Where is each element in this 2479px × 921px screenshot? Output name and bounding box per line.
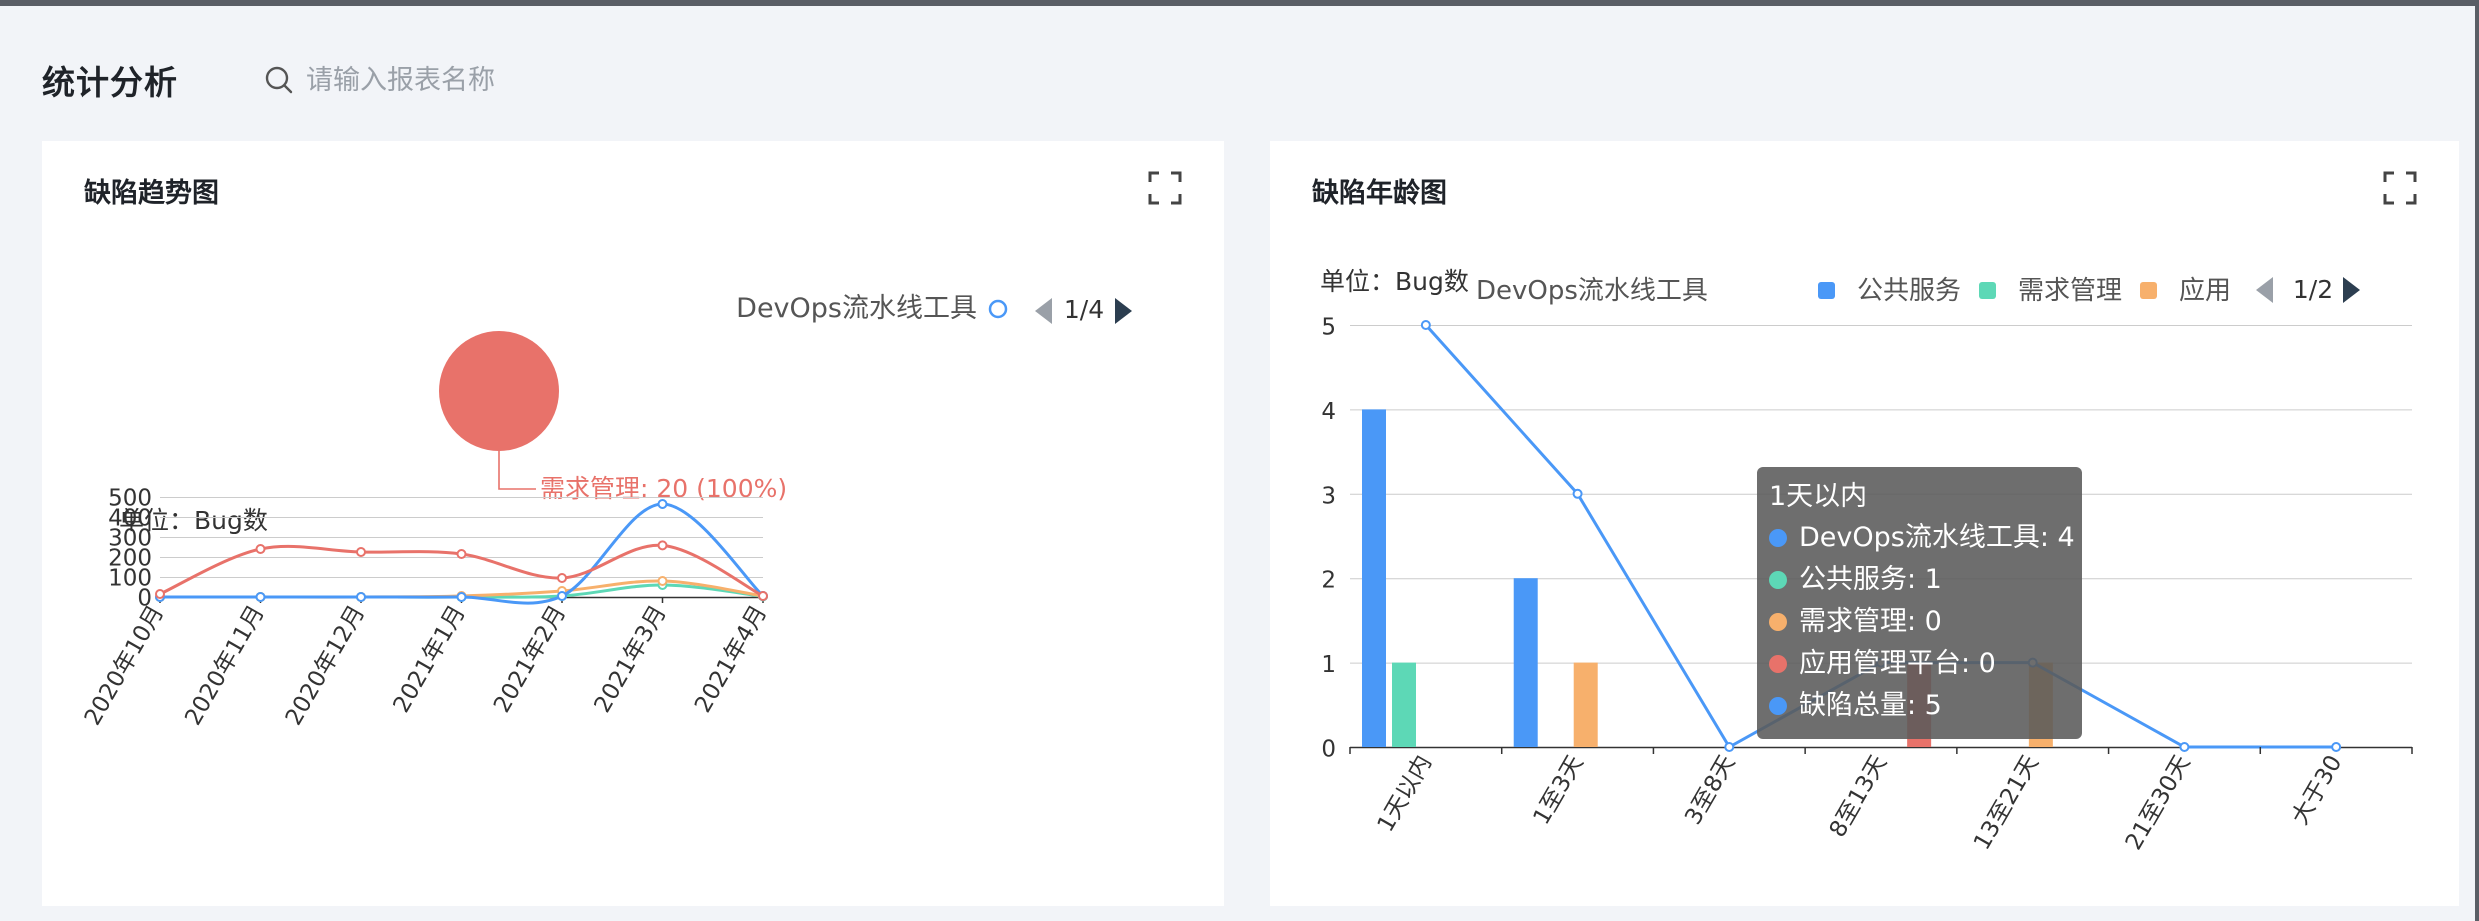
age-x-tick-label: 21至30天	[2121, 751, 2196, 855]
age-legend-label-devops[interactable]: DevOps流水线工具	[1476, 276, 1708, 306]
trend-data-point	[456, 592, 467, 602]
trend-x-tick-label: 2020年11月	[180, 601, 269, 730]
age-y-tick-label: 5	[1321, 315, 1336, 341]
age-legend-label-public[interactable]: 公共服务	[1857, 276, 1961, 306]
tooltip-row: 应用管理平台: 0	[1769, 643, 2070, 685]
trend-x-tick-label: 2021年4月	[690, 601, 772, 717]
trend-legend-prev-icon[interactable]	[1035, 298, 1052, 324]
age-legend-swatch-public[interactable]	[1979, 282, 1996, 299]
age-legend-label-platform[interactable]: 应用	[2179, 276, 2231, 306]
trend-x-tick-label: 2021年3月	[590, 601, 672, 717]
trend-pie-label-line	[498, 451, 536, 490]
search-input[interactable]	[304, 63, 728, 97]
age-tooltip: 1天以内 DevOps流水线工具: 4 公共服务: 1 需求管理: 0 应用管理平台:…	[1757, 467, 2082, 739]
window-top-border	[0, 0, 2479, 6]
trend-pie-slice[interactable]	[439, 331, 559, 451]
age-bar	[1513, 578, 1538, 747]
age-y-axis: 0 1 2 3 4 5	[1321, 315, 1336, 763]
age-total-point	[2331, 742, 2342, 752]
trend-x-tick-label: 2020年10月	[80, 601, 169, 730]
trend-chart-card: 缺陷趋势图 DevOps流水线工具 1/4 需求管理: 20 (100%) 单位…	[42, 141, 1224, 906]
trend-pie-label: 需求管理: 20 (100%)	[540, 474, 787, 503]
trend-data-point	[356, 592, 366, 602]
tooltip-row: 缺陷总量: 5	[1769, 685, 2070, 727]
age-x-tick-label: 13至21天	[1969, 751, 2044, 855]
trend-data-point	[657, 499, 668, 509]
age-bar	[1573, 662, 1598, 747]
tooltip-series-dot	[1769, 655, 1787, 673]
tooltip-row: 公共服务: 1	[1769, 559, 2070, 601]
search-box[interactable]	[264, 63, 728, 97]
trend-y-tick-label: 500	[108, 486, 152, 512]
tooltip-row: DevOps流水线工具: 4	[1769, 517, 2075, 559]
search-icon[interactable]	[264, 65, 294, 95]
trend-legend-next-icon[interactable]	[1115, 298, 1132, 324]
trend-data-point	[657, 576, 668, 586]
age-legend-prev-icon[interactable]	[2256, 277, 2273, 303]
age-bar	[1362, 409, 1386, 747]
age-x-tick-label: 大于30	[2287, 751, 2347, 829]
tooltip-row-text: 公共服务: 1	[1799, 564, 1942, 595]
tooltip-series-dot	[1769, 613, 1787, 631]
age-y-tick-label: 0	[1321, 737, 1336, 763]
trend-data-point	[356, 547, 366, 557]
age-total-point	[2179, 742, 2190, 752]
age-legend-swatch-demand[interactable]	[2140, 282, 2157, 299]
age-x-tick-label: 3至8天	[1680, 751, 1740, 829]
tooltip-series-dot	[1769, 529, 1787, 547]
age-x-tick-label: 1至3天	[1529, 751, 1589, 829]
tooltip-series-dot	[1769, 571, 1787, 589]
trend-x-axis: 2020年10月 2020年11月 2020年12月 2021年1月 2021年2月 20…	[80, 597, 772, 730]
trend-chart: DevOps流水线工具 1/4 需求管理: 20 (100%) 单位：Bug数 …	[80, 293, 1132, 730]
tooltip-row-text: DevOps流水线工具: 4	[1799, 522, 2075, 553]
age-total-point	[1572, 488, 1583, 499]
trend-x-tick-label: 2021年2月	[489, 601, 571, 717]
age-y-tick-label: 3	[1321, 483, 1336, 509]
age-legend-page: 1/2	[2293, 275, 2333, 304]
age-x-axis: 1天以内 1至3天 3至8天 8至13天 13至21天 21至30天 大于30	[1349, 747, 2413, 855]
window-right-border	[2475, 0, 2479, 921]
age-total-point	[1724, 742, 1735, 752]
page-title: 统计分析	[42, 63, 178, 102]
age-x-tick-label: 1天以内	[1373, 751, 1437, 836]
trend-x-tick-label: 2020年12月	[281, 601, 370, 730]
trend-data-point	[557, 591, 567, 601]
tooltip-row-text: 缺陷总量: 5	[1799, 690, 1942, 721]
age-y-tick-label: 4	[1321, 399, 1336, 425]
tooltip-title: 1天以内	[1769, 481, 1868, 512]
trend-data-point	[758, 591, 768, 601]
trend-data-point	[255, 592, 266, 602]
page-header: 统计分析	[42, 52, 728, 108]
trend-legend-label[interactable]: DevOps流水线工具	[736, 293, 977, 324]
age-legend-label-demand[interactable]: 需求管理	[2018, 276, 2122, 306]
tooltip-row-text: 应用管理平台: 0	[1799, 648, 1996, 679]
age-legend-swatch-devops[interactable]	[1818, 282, 1835, 299]
trend-data-point	[155, 589, 165, 599]
trend-data-point	[557, 573, 567, 583]
tooltip-rows: DevOps流水线工具: 4 公共服务: 1 需求管理: 0 应用管理平台: 0 缺陷总…	[1769, 517, 2075, 727]
tooltip-row: 需求管理: 0	[1769, 601, 2070, 643]
trend-legend-marker[interactable]	[988, 299, 1008, 319]
trend-legend-page: 1/4	[1064, 295, 1104, 324]
age-x-tick-label: 8至13天	[1825, 751, 1892, 842]
age-bar	[1392, 662, 1416, 747]
age-legend-next-icon[interactable]	[2343, 277, 2360, 303]
trend-data-point	[456, 549, 467, 559]
tooltip-series-dot	[1769, 697, 1787, 715]
trend-y-axis: 0100200300400500	[108, 486, 152, 612]
trend-data-point	[255, 544, 266, 554]
trend-data-point	[657, 540, 668, 551]
age-unit-label: 单位：Bug数	[1320, 267, 1469, 296]
age-y-tick-label: 2	[1321, 568, 1336, 594]
age-total-point	[1420, 320, 1431, 330]
age-y-tick-label: 1	[1321, 652, 1336, 678]
age-chart-card: 缺陷年龄图 单位：Bug数 DevOps流水线工具 公共服务 需求管理 应用 1…	[1270, 141, 2459, 906]
tooltip-row-text: 需求管理: 0	[1799, 606, 1942, 637]
trend-x-tick-label: 2021年1月	[389, 601, 471, 717]
